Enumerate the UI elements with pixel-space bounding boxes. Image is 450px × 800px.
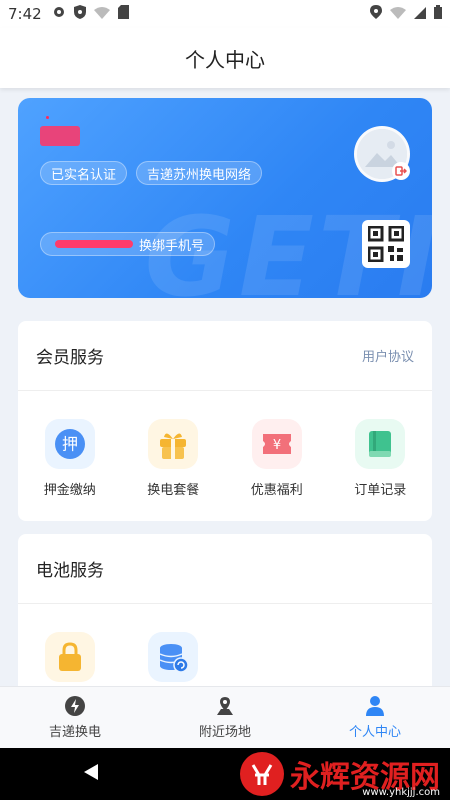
database-refresh-icon — [148, 632, 199, 682]
network-badge[interactable]: 吉递苏州换电网络 — [136, 161, 263, 185]
deposit-icon: 押 — [44, 419, 95, 469]
service-coupon[interactable]: ¥ 优惠福利 — [225, 419, 329, 498]
verified-badge: 已实名认证 — [40, 161, 128, 185]
battery-service-records[interactable] — [122, 632, 226, 682]
watermark-url: www.yhkjjj.com — [362, 787, 440, 798]
person-icon — [366, 696, 384, 716]
page-title: 个人中心 — [185, 47, 265, 72]
service-deposit-label: 押金缴纳 — [43, 483, 96, 498]
service-package-label: 换电套餐 — [147, 483, 200, 498]
bottom-tabbar: 吉递换电 附近场地 个人中心 — [0, 686, 450, 748]
member-services-grid: 押 押金缴纳 换电套餐 ¥ 优惠福利 订单记录 — [18, 391, 432, 498]
coupon-icon: ¥ — [251, 419, 302, 469]
tab-nearby-label: 附近场地 — [198, 725, 251, 740]
change-phone-button[interactable]: 换绑手机号 — [40, 232, 216, 256]
qr-code-button[interactable] — [362, 220, 410, 268]
member-services-title: 会员服务 — [36, 348, 104, 368]
lightning-icon — [65, 696, 85, 716]
qr-code-icon — [368, 226, 404, 262]
username-redacted — [40, 126, 80, 146]
change-phone-label: 换绑手机号 — [139, 238, 205, 254]
svg-text:押: 押 — [62, 435, 78, 454]
tab-profile-label: 个人中心 — [348, 725, 401, 740]
gift-icon — [148, 419, 199, 469]
service-orders[interactable]: 订单记录 — [329, 419, 433, 498]
signal-icon — [414, 5, 426, 23]
battery-services-section: 电池服务 — [18, 534, 432, 694]
tab-battery-swap-label: 吉递换电 — [48, 725, 101, 740]
book-icon — [355, 419, 406, 469]
battery-services-header: 电池服务 — [18, 534, 432, 604]
phone-number-redacted — [55, 240, 133, 248]
wifi-icon — [390, 5, 406, 23]
tab-battery-swap[interactable]: 吉递换电 — [0, 687, 150, 748]
service-coupon-label: 优惠福利 — [250, 483, 303, 498]
service-orders-label: 订单记录 — [354, 483, 407, 498]
site-watermark: 永辉资源网 www.yhkjjj.com — [240, 748, 440, 800]
redaction-dot — [46, 116, 49, 119]
user-agreement-link[interactable]: 用户协议 — [362, 346, 414, 365]
tab-profile[interactable]: 个人中心 — [300, 687, 450, 748]
battery-service-lock[interactable] — [18, 632, 122, 682]
service-package[interactable]: 换电套餐 — [122, 419, 226, 498]
watermark-logo-icon — [240, 752, 284, 796]
battery-services-grid — [18, 604, 432, 682]
settings-icon — [52, 5, 66, 23]
map-pin-icon — [217, 697, 233, 715]
shield-icon — [73, 5, 86, 23]
member-services-section: 会员服务 用户协议 押 押金缴纳 换电套餐 ¥ 优惠福利 订单记录 — [18, 321, 432, 521]
status-time: 7:42 — [8, 5, 42, 23]
logout-icon[interactable] — [392, 162, 410, 180]
status-bar: 7:42 — [0, 0, 450, 28]
service-deposit[interactable]: 押 押金缴纳 — [18, 419, 122, 498]
lock-icon — [44, 632, 95, 682]
wifi-question-icon — [93, 5, 110, 23]
sd-card-icon — [117, 5, 129, 23]
svg-text:¥: ¥ — [273, 438, 281, 453]
back-icon[interactable] — [82, 762, 100, 786]
location-icon — [370, 5, 382, 23]
battery-services-title: 电池服务 — [36, 561, 104, 581]
app-header: 个人中心 — [0, 28, 450, 88]
profile-card[interactable]: GETI 已实名认证 吉递苏州换电网络 换绑手机号 — [18, 98, 432, 298]
member-services-header: 会员服务 用户协议 — [18, 321, 432, 391]
tab-nearby[interactable]: 附近场地 — [150, 687, 300, 748]
battery-icon — [434, 5, 442, 23]
